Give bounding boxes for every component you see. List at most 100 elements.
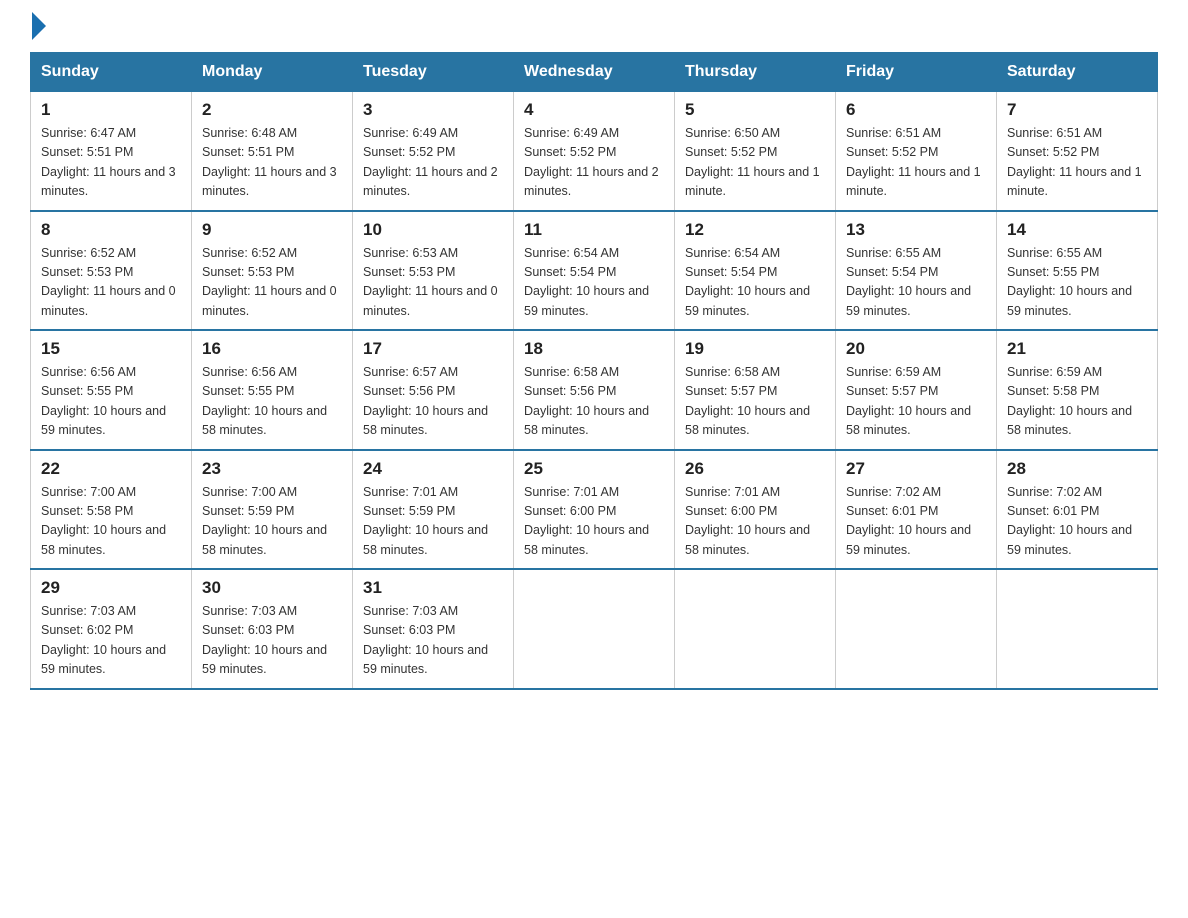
calendar-cell: 6 Sunrise: 6:51 AM Sunset: 5:52 PM Dayli… bbox=[836, 92, 997, 211]
day-header-sunday: Sunday bbox=[31, 53, 192, 92]
day-info: Sunrise: 7:02 AM Sunset: 6:01 PM Dayligh… bbox=[1007, 483, 1147, 561]
sunrise-label: Sunrise: bbox=[1007, 246, 1056, 260]
sunset-time: 5:56 PM bbox=[570, 384, 617, 398]
sunrise-label: Sunrise: bbox=[685, 365, 734, 379]
day-number: 26 bbox=[685, 459, 825, 479]
sunset-label: Sunset: bbox=[524, 145, 570, 159]
sunrise-time: 6:55 AM bbox=[895, 246, 941, 260]
day-number: 4 bbox=[524, 100, 664, 120]
logo bbox=[30, 20, 46, 32]
sunset-time: 5:52 PM bbox=[1053, 145, 1100, 159]
daylight-label: Daylight: bbox=[202, 284, 254, 298]
sunset-time: 5:52 PM bbox=[409, 145, 456, 159]
day-number: 29 bbox=[41, 578, 181, 598]
day-info: Sunrise: 6:48 AM Sunset: 5:51 PM Dayligh… bbox=[202, 124, 342, 202]
sunrise-label: Sunrise: bbox=[363, 365, 412, 379]
day-header-friday: Friday bbox=[836, 53, 997, 92]
calendar-cell: 19 Sunrise: 6:58 AM Sunset: 5:57 PM Dayl… bbox=[675, 330, 836, 450]
day-info: Sunrise: 7:03 AM Sunset: 6:02 PM Dayligh… bbox=[41, 602, 181, 680]
sunset-time: 6:01 PM bbox=[1053, 504, 1100, 518]
page-header bbox=[30, 20, 1158, 32]
sunrise-time: 6:49 AM bbox=[573, 126, 619, 140]
day-number: 9 bbox=[202, 220, 342, 240]
sunrise-time: 6:54 AM bbox=[734, 246, 780, 260]
daylight-label: Daylight: bbox=[685, 165, 737, 179]
calendar-cell: 8 Sunrise: 6:52 AM Sunset: 5:53 PM Dayli… bbox=[31, 211, 192, 331]
day-number: 6 bbox=[846, 100, 986, 120]
sunset-time: 5:59 PM bbox=[248, 504, 295, 518]
sunrise-time: 7:01 AM bbox=[573, 485, 619, 499]
daylight-label: Daylight: bbox=[524, 284, 576, 298]
day-number: 15 bbox=[41, 339, 181, 359]
daylight-label: Daylight: bbox=[41, 284, 93, 298]
sunrise-label: Sunrise: bbox=[524, 365, 573, 379]
sunrise-label: Sunrise: bbox=[363, 604, 412, 618]
sunrise-time: 7:01 AM bbox=[412, 485, 458, 499]
sunset-time: 5:52 PM bbox=[570, 145, 617, 159]
day-info: Sunrise: 6:56 AM Sunset: 5:55 PM Dayligh… bbox=[41, 363, 181, 441]
sunset-label: Sunset: bbox=[363, 265, 409, 279]
day-number: 27 bbox=[846, 459, 986, 479]
calendar-cell: 29 Sunrise: 7:03 AM Sunset: 6:02 PM Dayl… bbox=[31, 569, 192, 689]
day-number: 12 bbox=[685, 220, 825, 240]
sunrise-time: 6:52 AM bbox=[90, 246, 136, 260]
sunset-time: 6:00 PM bbox=[570, 504, 617, 518]
sunrise-time: 7:03 AM bbox=[90, 604, 136, 618]
sunset-label: Sunset: bbox=[524, 384, 570, 398]
sunrise-label: Sunrise: bbox=[524, 485, 573, 499]
sunset-time: 5:53 PM bbox=[87, 265, 134, 279]
daylight-label: Daylight: bbox=[846, 165, 898, 179]
sunset-label: Sunset: bbox=[41, 265, 87, 279]
sunrise-time: 6:55 AM bbox=[1056, 246, 1102, 260]
daylight-label: Daylight: bbox=[685, 523, 737, 537]
day-info: Sunrise: 6:50 AM Sunset: 5:52 PM Dayligh… bbox=[685, 124, 825, 202]
calendar-cell: 5 Sunrise: 6:50 AM Sunset: 5:52 PM Dayli… bbox=[675, 92, 836, 211]
daylight-label: Daylight: bbox=[1007, 284, 1059, 298]
day-info: Sunrise: 6:54 AM Sunset: 5:54 PM Dayligh… bbox=[524, 244, 664, 322]
sunset-time: 6:01 PM bbox=[892, 504, 939, 518]
calendar-cell: 17 Sunrise: 6:57 AM Sunset: 5:56 PM Dayl… bbox=[353, 330, 514, 450]
day-header-monday: Monday bbox=[192, 53, 353, 92]
sunrise-time: 6:47 AM bbox=[90, 126, 136, 140]
day-number: 3 bbox=[363, 100, 503, 120]
sunset-label: Sunset: bbox=[1007, 384, 1053, 398]
sunset-label: Sunset: bbox=[41, 384, 87, 398]
sunset-time: 6:02 PM bbox=[87, 623, 134, 637]
day-info: Sunrise: 6:52 AM Sunset: 5:53 PM Dayligh… bbox=[41, 244, 181, 322]
sunset-label: Sunset: bbox=[1007, 504, 1053, 518]
sunrise-label: Sunrise: bbox=[846, 246, 895, 260]
day-number: 19 bbox=[685, 339, 825, 359]
day-number: 28 bbox=[1007, 459, 1147, 479]
calendar-cell bbox=[997, 569, 1158, 689]
sunset-label: Sunset: bbox=[685, 384, 731, 398]
sunrise-label: Sunrise: bbox=[363, 485, 412, 499]
sunrise-label: Sunrise: bbox=[363, 126, 412, 140]
calendar-cell bbox=[675, 569, 836, 689]
day-header-tuesday: Tuesday bbox=[353, 53, 514, 92]
sunset-time: 6:00 PM bbox=[731, 504, 778, 518]
day-header-wednesday: Wednesday bbox=[514, 53, 675, 92]
sunrise-time: 6:54 AM bbox=[573, 246, 619, 260]
day-info: Sunrise: 7:00 AM Sunset: 5:58 PM Dayligh… bbox=[41, 483, 181, 561]
day-info: Sunrise: 7:01 AM Sunset: 5:59 PM Dayligh… bbox=[363, 483, 503, 561]
sunset-label: Sunset: bbox=[202, 384, 248, 398]
sunset-label: Sunset: bbox=[41, 504, 87, 518]
calendar-cell bbox=[836, 569, 997, 689]
day-info: Sunrise: 7:00 AM Sunset: 5:59 PM Dayligh… bbox=[202, 483, 342, 561]
daylight-label: Daylight: bbox=[41, 404, 93, 418]
day-number: 11 bbox=[524, 220, 664, 240]
day-number: 13 bbox=[846, 220, 986, 240]
sunset-time: 6:03 PM bbox=[248, 623, 295, 637]
sunrise-time: 6:48 AM bbox=[251, 126, 297, 140]
sunrise-label: Sunrise: bbox=[41, 485, 90, 499]
daylight-label: Daylight: bbox=[524, 523, 576, 537]
day-info: Sunrise: 7:01 AM Sunset: 6:00 PM Dayligh… bbox=[524, 483, 664, 561]
calendar-cell: 24 Sunrise: 7:01 AM Sunset: 5:59 PM Dayl… bbox=[353, 450, 514, 570]
day-number: 30 bbox=[202, 578, 342, 598]
daylight-label: Daylight: bbox=[1007, 523, 1059, 537]
calendar-table: SundayMondayTuesdayWednesdayThursdayFrid… bbox=[30, 52, 1158, 690]
sunset-label: Sunset: bbox=[202, 265, 248, 279]
calendar-cell: 21 Sunrise: 6:59 AM Sunset: 5:58 PM Dayl… bbox=[997, 330, 1158, 450]
sunset-time: 5:55 PM bbox=[248, 384, 295, 398]
day-number: 18 bbox=[524, 339, 664, 359]
